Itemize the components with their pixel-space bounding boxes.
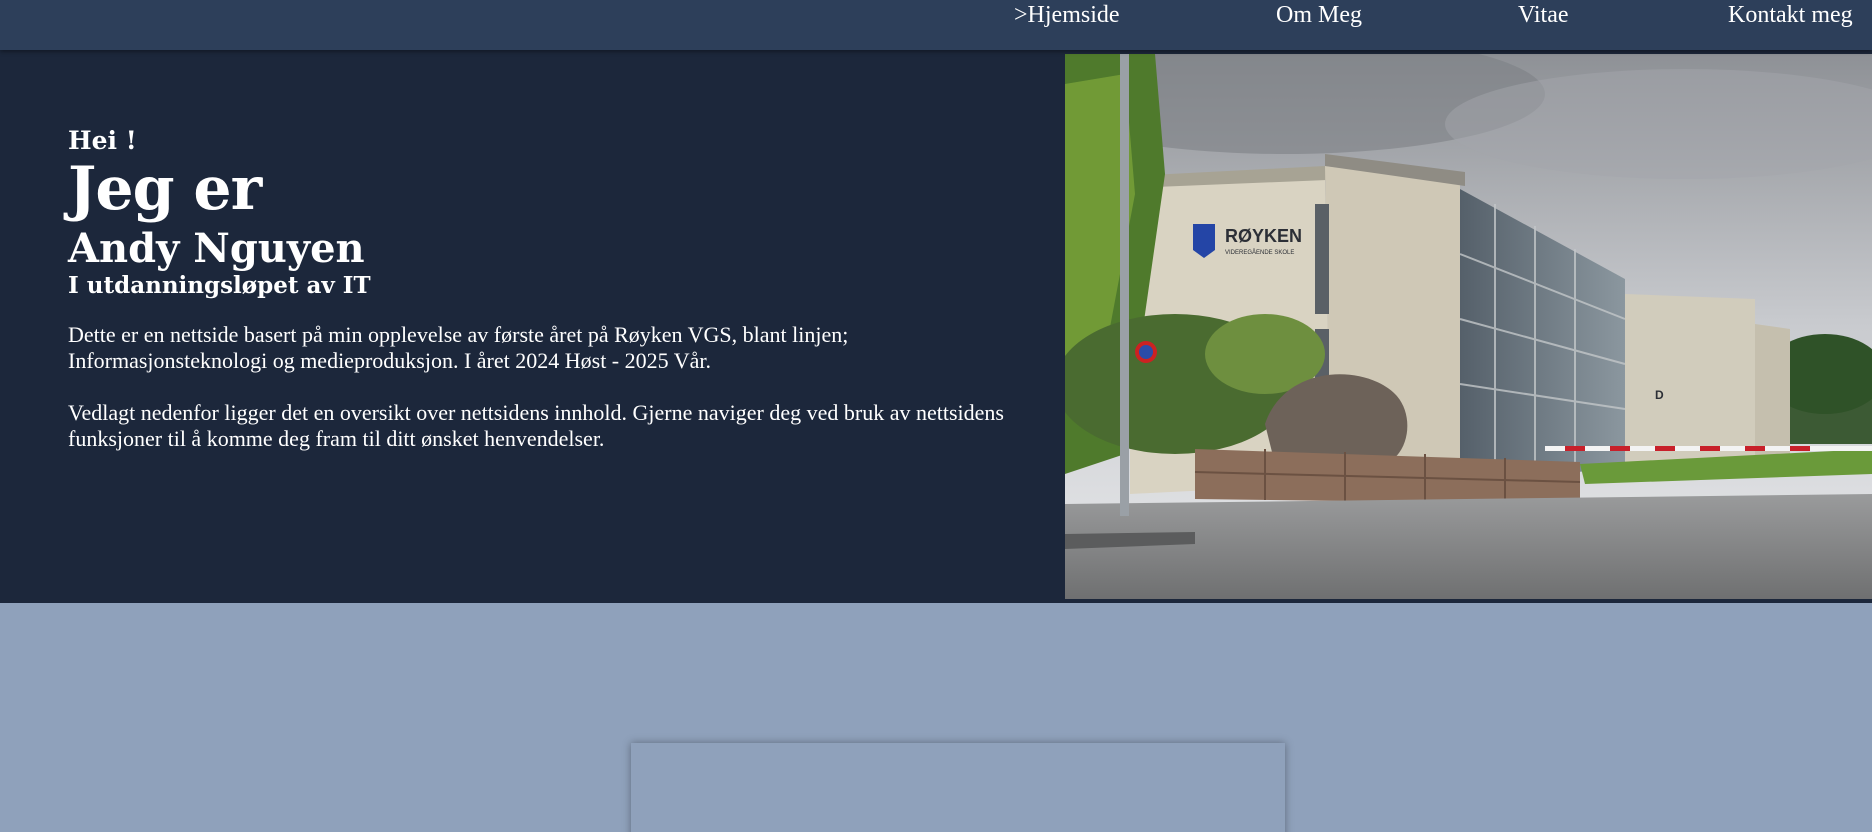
content-card [631, 743, 1285, 832]
hero-text: Hei ! Jeg er Andy Nguyen I utdanningsløp… [68, 126, 1008, 452]
name-heading: Andy Nguyen [68, 225, 365, 272]
nav-link-contact[interactable]: Kontakt meg [1728, 2, 1853, 29]
top-navigation: >Hjemside Om Meg Vitae Kontakt meg [0, 0, 1872, 50]
lamp-post [1120, 54, 1129, 516]
subtitle: I utdanningsløpet av IT [68, 272, 371, 299]
school-sign-text: RØYKEN [1225, 226, 1302, 246]
nav-link-about-me[interactable]: Om Meg [1276, 2, 1362, 29]
intro-paragraph: Dette er en nettside basert på min opple… [68, 322, 849, 373]
school-sign-subtext: VIDEREGÅENDE SKOLE [1225, 249, 1294, 256]
wing-letter: D [1655, 388, 1664, 402]
road [1065, 494, 1872, 599]
school-building-photo: RØYKEN VIDEREGÅENDE SKOLE D [1065, 54, 1872, 599]
nav-link-home[interactable]: >Hjemside [1014, 2, 1120, 29]
school-building-illustration: RØYKEN VIDEREGÅENDE SKOLE D [1065, 54, 1872, 599]
intro-heading: Jeg er [68, 154, 262, 224]
greeting: Hei ! [68, 126, 137, 155]
navigation-paragraph: Vedlagt nedenfor ligger det en oversikt … [68, 400, 1004, 451]
hero-section: Hei ! Jeg er Andy Nguyen I utdanningsløp… [0, 50, 1872, 603]
nav-link-vitae[interactable]: Vitae [1518, 2, 1569, 29]
